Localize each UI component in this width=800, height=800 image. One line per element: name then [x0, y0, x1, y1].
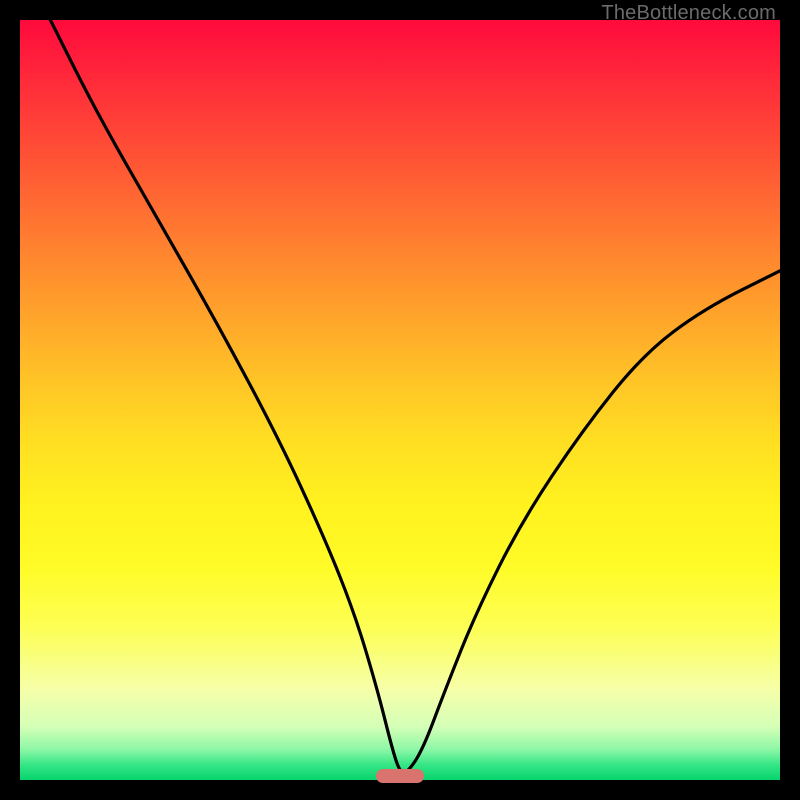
watermark-text: TheBottleneck.com: [601, 2, 776, 25]
plot-area: [20, 20, 780, 780]
optimum-marker: [376, 769, 424, 783]
bottleneck-curve: [20, 20, 780, 780]
chart-frame: TheBottleneck.com: [0, 0, 800, 800]
